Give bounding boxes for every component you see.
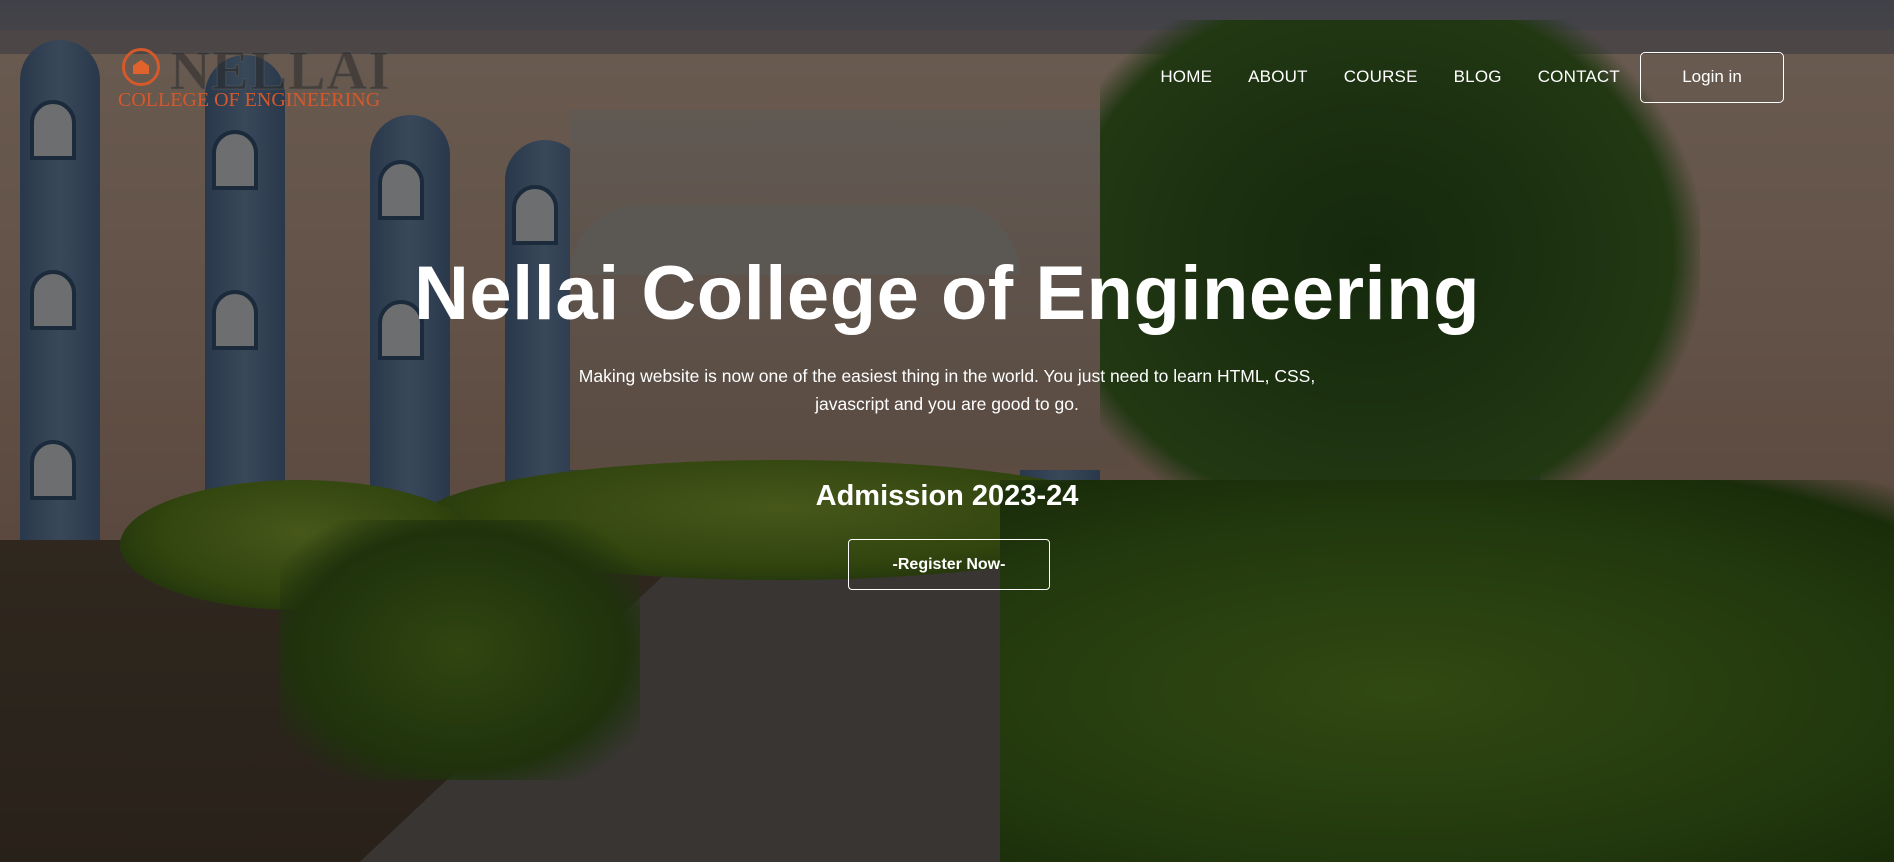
nav-link-course[interactable]: COURSE [1344,67,1418,87]
login-button[interactable]: Login in [1640,51,1784,103]
college-emblem-icon [122,48,160,86]
main-navigation: HOME ABOUT COURSE BLOG CONTACT Login in [1160,51,1894,103]
nav-link-home[interactable]: HOME [1160,67,1212,87]
register-now-button[interactable]: -Register Now- [848,539,1050,590]
background-dark-overlay [0,0,1894,862]
hero-description: Making website is now one of the easiest… [578,366,1316,414]
admission-heading: Admission 2023-24 [815,480,1079,512]
site-logo[interactable]: NELLAI COLLEGE OF ENGINEERING [118,40,390,112]
nav-link-about[interactable]: ABOUT [1248,67,1308,87]
nav-link-blog[interactable]: BLOG [1454,67,1502,87]
hero-background-image [0,0,1894,862]
hero-title: Nellai College of Engineering [414,251,1480,336]
emblem-temple-shape [133,60,149,74]
nav-link-contact[interactable]: CONTACT [1538,67,1620,87]
logo-subtitle: COLLEGE OF ENGINEERING [118,89,381,111]
